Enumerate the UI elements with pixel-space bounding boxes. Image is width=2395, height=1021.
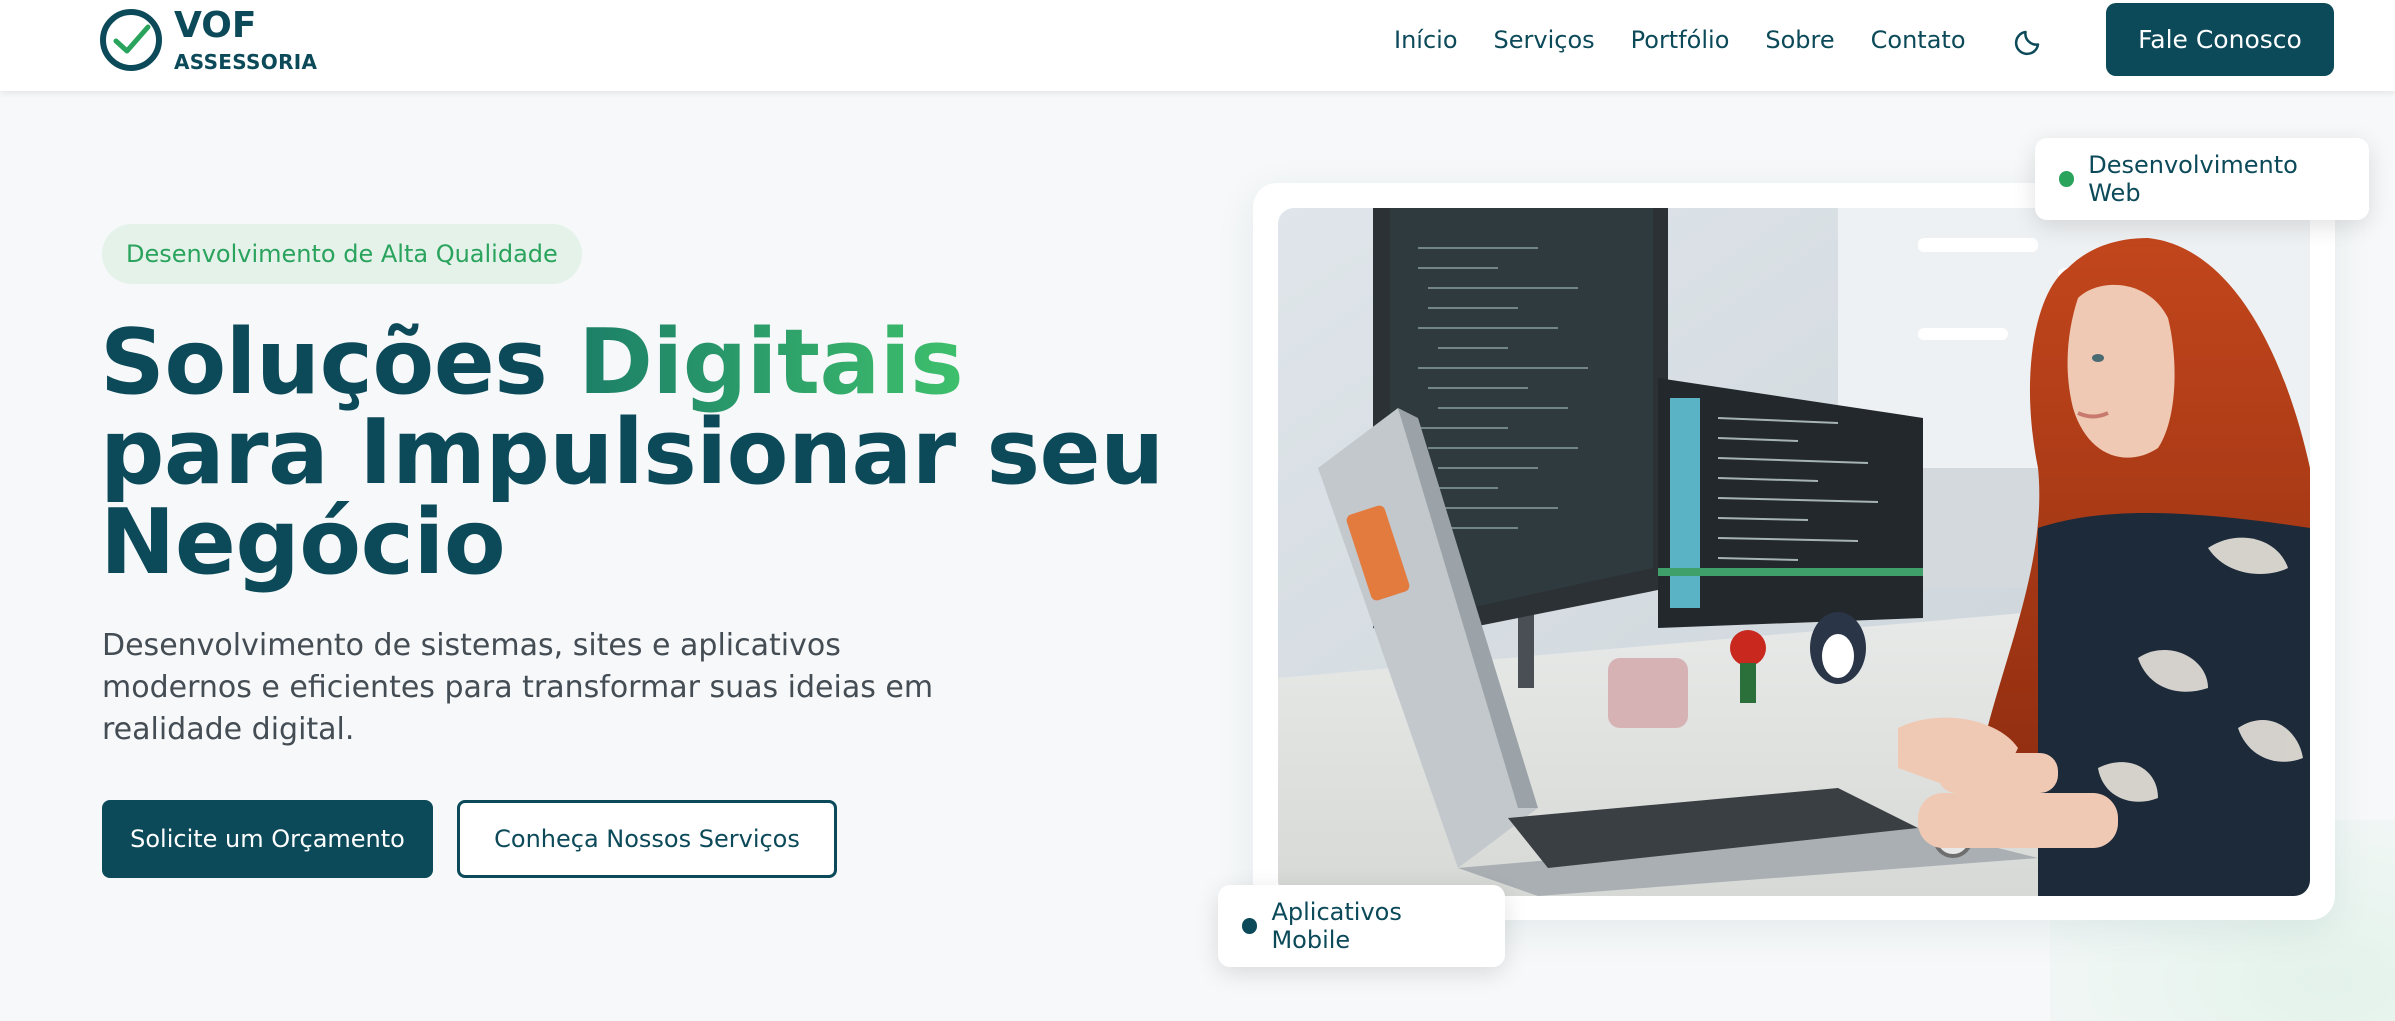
moon-icon[interactable] (2014, 24, 2046, 56)
nav-link-servicos[interactable]: Serviços (1494, 26, 1595, 54)
mobile-apps-label: Aplicativos Mobile (1271, 898, 1402, 954)
check-circle-icon (100, 9, 162, 71)
mobile-apps-tag: Aplicativos Mobile (1218, 885, 1505, 967)
main-nav: Início Serviços Portfólio Sobre Contato (1394, 26, 2002, 54)
teal-dot-icon (1242, 918, 1258, 934)
services-button[interactable]: Conheça Nossos Serviços (457, 800, 837, 878)
hero-subtitle: Desenvolvimento de sistemas, sites e apl… (102, 628, 934, 747)
green-dot-icon (2059, 171, 2075, 187)
contact-us-button[interactable]: Fale Conosco (2106, 3, 2334, 76)
nav-link-inicio[interactable]: Início (1394, 26, 1458, 54)
request-quote-button[interactable]: Solicite um Orçamento (102, 800, 433, 878)
hero-title: Soluções Digitais para Impulsionar seu N… (100, 318, 1220, 588)
office-developer-illustration (1278, 208, 2310, 896)
brand-logo[interactable]: VOF ASSESSORIA (100, 8, 317, 72)
hero-title-part2: para Impulsionar seu Negócio (100, 400, 1164, 595)
site-header: VOF ASSESSORIA Início Serviços Portfólio… (0, 0, 2395, 91)
nav-link-sobre[interactable]: Sobre (1765, 26, 1834, 54)
brand-subtitle: ASSESSORIA (174, 50, 318, 74)
brand-name: VOF (174, 5, 257, 46)
nav-link-portfolio[interactable]: Portfólio (1631, 26, 1730, 54)
nav-link-contato[interactable]: Contato (1871, 26, 1966, 54)
web-development-tag: Desenvolvimento Web (2035, 138, 2369, 220)
quality-badge: Desenvolvimento de Alta Qualidade (102, 224, 582, 284)
hero-photo (1278, 208, 2310, 896)
web-development-label: Desenvolvimento Web (2088, 151, 2298, 207)
